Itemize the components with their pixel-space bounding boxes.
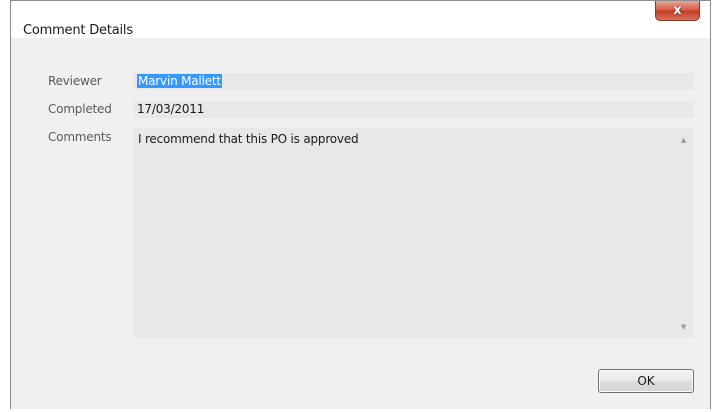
title-bar[interactable]: Comment Details x <box>11 1 710 38</box>
ok-button[interactable]: OK <box>598 369 694 393</box>
comments-textarea[interactable]: I recommend that this PO is approved ▲ ▼ <box>134 128 694 338</box>
comments-label: Comments <box>48 130 112 144</box>
scroll-up-arrow-icon[interactable]: ▲ <box>679 136 688 145</box>
comments-value: I recommend that this PO is approved <box>138 132 359 146</box>
reviewer-field[interactable]: Marvin Mallett <box>134 73 694 90</box>
completed-value: 17/03/2011 <box>137 102 205 116</box>
comment-details-dialog: Comment Details x Reviewer Marvin Mallet… <box>10 0 711 409</box>
scroll-down-arrow-icon[interactable]: ▼ <box>679 323 688 332</box>
reviewer-label: Reviewer <box>48 74 102 88</box>
window-title: Comment Details <box>23 23 133 38</box>
reviewer-value: Marvin Mallett <box>137 74 222 88</box>
completed-field[interactable]: 17/03/2011 <box>134 101 694 118</box>
close-button[interactable]: x <box>655 1 700 21</box>
close-icon: x <box>673 3 682 18</box>
dialog-content: Reviewer Marvin Mallett Completed 17/03/… <box>11 38 710 409</box>
completed-label: Completed <box>48 102 112 116</box>
